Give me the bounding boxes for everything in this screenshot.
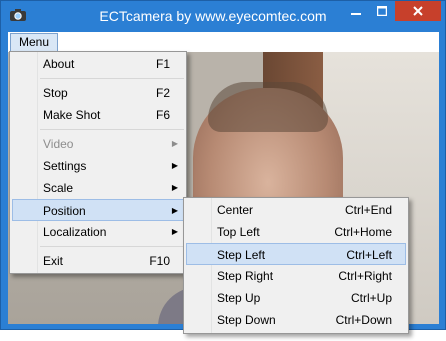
close-button[interactable]	[395, 1, 441, 21]
submenu-item-step-right[interactable]: Step Right Ctrl+Right	[186, 265, 406, 287]
menu-item-label: Position	[43, 204, 86, 218]
menu-item-label: Localization	[43, 225, 107, 239]
menu-item-label: About	[43, 57, 75, 71]
menu-separator	[40, 129, 184, 130]
menu-item-shortcut: Ctrl+Up	[350, 291, 392, 305]
submenu-arrow-icon: ▶	[171, 183, 178, 192]
menu-item-shortcut: Ctrl+Left	[346, 248, 392, 262]
menu-item-label: Center	[217, 203, 254, 217]
main-menu-dropdown: About F1 Stop F2 Make Shot F6 Video ▶ Se…	[9, 51, 187, 274]
submenu-arrow-icon: ▶	[171, 161, 178, 170]
menu-item-shortcut: Ctrl+End	[344, 203, 392, 217]
menu-item-label: Scale	[43, 181, 74, 195]
submenu-item-step-down[interactable]: Step Down Ctrl+Down	[186, 309, 406, 331]
maximize-icon	[376, 5, 388, 17]
menu-item-label: Exit	[43, 254, 64, 268]
title-bar[interactable]: ECTcamera by www.eyecomtec.com	[1, 1, 445, 31]
menu-item-exit[interactable]: Exit F10	[12, 250, 184, 272]
menu-item-shortcut: F6	[155, 108, 170, 122]
submenu-item-step-left[interactable]: Step Left Ctrl+Left	[186, 243, 406, 265]
menu-button[interactable]: Menu	[10, 33, 58, 52]
menu-item-settings[interactable]: Settings ▶	[12, 155, 184, 177]
maximize-button[interactable]	[369, 1, 395, 21]
menu-item-video[interactable]: Video ▶	[12, 133, 184, 155]
submenu-arrow-icon: ▶	[171, 227, 178, 236]
menu-separator	[40, 246, 184, 247]
menu-item-stop[interactable]: Stop F2	[12, 82, 184, 104]
submenu-item-center[interactable]: Center Ctrl+End	[186, 199, 406, 221]
menu-item-scale[interactable]: Scale ▶	[12, 177, 184, 199]
menu-item-label: Make Shot	[43, 108, 101, 122]
menu-bar: Menu	[8, 32, 439, 52]
menu-item-label: Step Down	[217, 313, 276, 327]
menu-item-position[interactable]: Position ▶	[12, 199, 184, 221]
menu-item-label: Step Up	[217, 291, 261, 305]
menu-item-shortcut: Ctrl+Right	[338, 269, 392, 283]
menu-item-localization[interactable]: Localization ▶	[12, 221, 184, 243]
menu-item-shortcut: F1	[155, 57, 170, 71]
menu-separator	[40, 78, 184, 79]
menu-item-shortcut: F10	[149, 254, 170, 268]
person-hair	[208, 82, 328, 132]
menu-item-shortcut: Ctrl+Down	[335, 313, 392, 327]
close-icon	[413, 6, 423, 16]
minimize-icon	[351, 13, 361, 15]
submenu-arrow-icon: ▶	[171, 139, 178, 148]
menu-item-label: Top Left	[217, 225, 260, 239]
menu-item-label: Stop	[43, 86, 68, 100]
menu-item-label: Step Left	[217, 248, 266, 262]
submenu-arrow-icon: ▶	[171, 206, 178, 215]
position-submenu: Center Ctrl+End Top Left Ctrl+Home Step …	[183, 197, 409, 334]
submenu-item-step-up[interactable]: Step Up Ctrl+Up	[186, 287, 406, 309]
menu-item-label: Settings	[43, 159, 87, 173]
menu-item-about[interactable]: About F1	[12, 53, 184, 75]
menu-item-make-shot[interactable]: Make Shot F6	[12, 104, 184, 126]
minimize-button[interactable]	[343, 1, 369, 21]
menu-item-label: Video	[43, 137, 74, 151]
submenu-item-top-left[interactable]: Top Left Ctrl+Home	[186, 221, 406, 243]
menu-item-shortcut: F2	[155, 86, 170, 100]
menu-item-label: Step Right	[217, 269, 274, 283]
menu-item-shortcut: Ctrl+Home	[334, 225, 392, 239]
